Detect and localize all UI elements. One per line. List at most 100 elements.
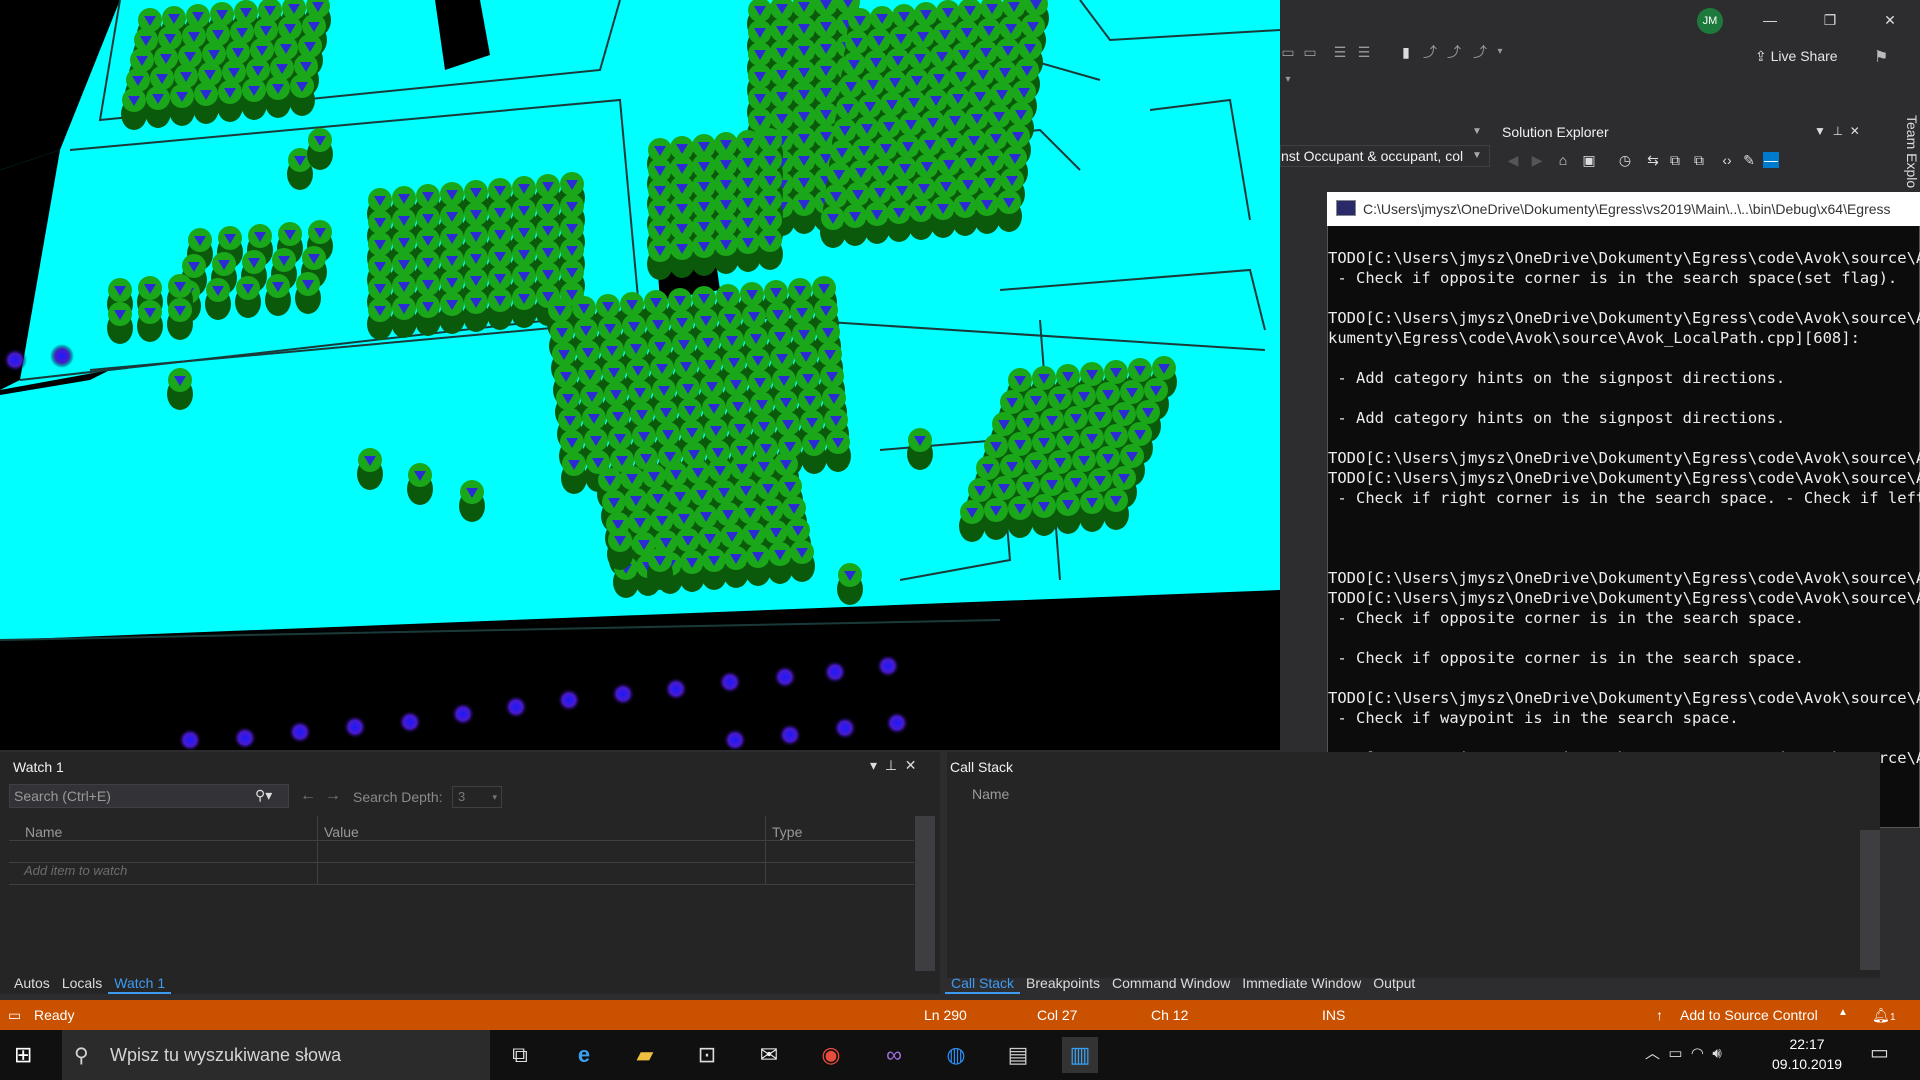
clear-bookmarks-icon[interactable]: ⤴ — [1472, 44, 1488, 60]
switch-views-icon[interactable]: ▣ — [1581, 152, 1597, 168]
column-header-value[interactable]: Value — [324, 824, 359, 840]
show-all-files-icon[interactable]: ⧉ — [1691, 152, 1707, 168]
console-line: TODO[C:\Users\jmysz\OneDrive\Dokumenty\E… — [1328, 589, 1920, 607]
console-line: - Check if opposite corner is in the sea… — [1328, 269, 1898, 287]
feedback-icon[interactable]: ⚑ — [1874, 47, 1888, 67]
back-icon[interactable]: ◀ — [1505, 152, 1521, 168]
watch-table: Name Value Type — [9, 816, 914, 966]
chevron-down-icon[interactable]: ▾ — [870, 757, 877, 773]
home-icon[interactable]: ⌂ — [1555, 152, 1571, 168]
column-header-type[interactable]: Type — [772, 824, 802, 840]
preview-icon[interactable]: — — [1763, 152, 1779, 168]
minimize-icon[interactable]: — — [1740, 0, 1800, 40]
pin-icon[interactable]: ⊥ — [1833, 124, 1843, 138]
restore-icon[interactable]: ❐ — [1800, 0, 1860, 40]
close-icon[interactable]: ✕ — [1850, 124, 1860, 138]
collapse-all-icon[interactable]: ⧉ — [1667, 152, 1683, 168]
taskbar-search[interactable]: Wpisz tu wyszukiwane słowa — [62, 1030, 490, 1080]
tab-locals[interactable]: Locals — [56, 972, 108, 994]
chevron-down-icon[interactable]: ▼ — [1472, 150, 1482, 161]
add-watch-item[interactable]: Add item to watch — [24, 863, 127, 878]
windows-start-icon[interactable]: ⊞ — [14, 1042, 32, 1068]
watch-title: Watch 1 — [13, 759, 64, 775]
console-app-icon[interactable]: ▤ — [1000, 1037, 1036, 1073]
watch-scrollbar[interactable] — [915, 816, 935, 971]
call-stack-title: Call Stack — [950, 759, 1014, 775]
close-icon[interactable]: ✕ — [1860, 0, 1920, 40]
action-center-icon[interactable]: ▭ — [1870, 1040, 1889, 1065]
simulation-scene — [0, 0, 1281, 752]
chevron-down-icon[interactable]: ▼ — [1814, 124, 1826, 138]
bookmark-icon[interactable]: ▮ — [1398, 44, 1414, 60]
tab-autos[interactable]: Autos — [8, 972, 56, 994]
console-line: - Add category hints on the signpost dir… — [1328, 409, 1786, 427]
forward-arrow-icon[interactable]: → — [325, 787, 341, 804]
solution-explorer-title: Solution Explorer — [1502, 124, 1609, 140]
tab-call-stack[interactable]: Call Stack — [945, 972, 1021, 994]
active-window-icon[interactable]: ▥ — [1062, 1037, 1098, 1073]
mail-icon[interactable]: ✉ — [751, 1037, 787, 1073]
volume-icon[interactable]: 🔊︎ — [1712, 1045, 1721, 1062]
chevron-up-icon[interactable]: ︿ — [1645, 1045, 1660, 1062]
console-line: - Check if waypoint is in the search spa… — [1328, 709, 1739, 727]
wifi-icon[interactable]: ◠ — [1691, 1045, 1704, 1062]
back-arrow-icon[interactable]: ← — [300, 787, 316, 804]
task-view-icon[interactable]: ⧉ — [502, 1037, 538, 1073]
status-char[interactable]: Ch 12 — [1151, 1007, 1188, 1023]
indent-icon[interactable]: ☰ — [1332, 44, 1348, 60]
edge-icon[interactable]: e — [566, 1037, 602, 1073]
code-icon[interactable]: ‹› — [1719, 152, 1735, 168]
toolbar-overflow-icon[interactable]: ▾ — [1280, 72, 1296, 88]
outdent-icon[interactable]: ☰ — [1356, 44, 1372, 60]
live-share-button[interactable]: ⇪ Live Share — [1755, 48, 1838, 65]
chrome-icon[interactable]: ◉ — [813, 1037, 849, 1073]
toolbar-overflow-icon[interactable]: ▾ — [1492, 44, 1508, 60]
console-line: TODO[C:\Users\jmysz\OneDrive\Dokumenty\E… — [1328, 249, 1920, 267]
chevron-down-icon[interactable]: ▼ — [1472, 126, 1482, 137]
notification-bell-icon[interactable]: 🔔︎ — [1872, 1007, 1890, 1024]
tab-watch-1[interactable]: Watch 1 — [108, 972, 172, 994]
battery-icon[interactable]: ▭ — [1668, 1045, 1682, 1062]
status-column[interactable]: Col 27 — [1037, 1007, 1077, 1023]
pin-icon[interactable]: ⊥ — [885, 757, 897, 773]
member-combo[interactable]: nst Occupant & occupant, col — [1280, 145, 1490, 167]
column-header-name[interactable]: Name — [25, 824, 62, 840]
forward-icon[interactable]: ▶ — [1529, 152, 1545, 168]
console-line: - Check if opposite corner is in the sea… — [1328, 649, 1804, 667]
add-to-source-control[interactable]: Add to Source Control — [1680, 1007, 1818, 1023]
pending-changes-icon[interactable]: ◷ — [1617, 152, 1633, 168]
simulation-viewport[interactable] — [0, 0, 1281, 752]
team-explorer-tab[interactable]: Team Explo — [1888, 115, 1920, 195]
toolbar-button-icon[interactable]: ▭ — [1280, 44, 1296, 60]
messenger-icon[interactable]: ◍ — [938, 1037, 974, 1073]
search-icon[interactable]: ⚲▾ — [255, 787, 272, 804]
status-line[interactable]: Ln 290 — [924, 1007, 967, 1023]
console-line: TODO[C:\Users\jmysz\OneDrive\Dokumenty\E… — [1328, 449, 1920, 467]
solution-explorer-toolbar: ◀ ▶ ⌂ ▣ ◷ ⇆ ⧉ ⧉ ‹› ✎ — — [1505, 152, 1855, 174]
console-line: TODO[C:\Users\jmysz\OneDrive\Dokumenty\E… — [1328, 569, 1920, 587]
watch-search-input[interactable]: Search (Ctrl+E) — [9, 784, 289, 808]
status-insert-mode[interactable]: INS — [1322, 1007, 1345, 1023]
file-explorer-icon[interactable]: ▰ — [627, 1037, 663, 1073]
search-depth-select[interactable]: 3 ▾ — [452, 786, 502, 808]
visual-studio-icon[interactable]: ∞ — [876, 1037, 912, 1073]
tab-output[interactable]: Output — [1367, 972, 1421, 994]
call-stack-scrollbar[interactable] — [1860, 830, 1880, 970]
tab-breakpoints[interactable]: Breakpoints — [1020, 972, 1106, 994]
user-avatar[interactable]: JM — [1697, 8, 1723, 34]
console-output: TODO[C:\Users\jmysz\OneDrive\Dokumenty\E… — [1328, 248, 1920, 823]
prev-bookmark-icon[interactable]: ⤴ — [1422, 44, 1438, 60]
clock-time: 22:17 — [1789, 1036, 1825, 1052]
sync-icon[interactable]: ⇆ — [1645, 152, 1661, 168]
properties-icon[interactable]: ✎ — [1741, 152, 1757, 168]
tab-immediate-window[interactable]: Immediate Window — [1236, 972, 1367, 994]
toolbar-button-icon[interactable]: ▭ — [1302, 44, 1318, 60]
next-bookmark-icon[interactable]: ⤴ — [1446, 44, 1462, 60]
system-tray: ︿ ▭ ◠ 🔊︎ — [1645, 1042, 1722, 1063]
store-icon[interactable]: ⊡ — [689, 1037, 725, 1073]
column-header-name[interactable]: Name — [972, 786, 1009, 802]
tab-command-window[interactable]: Command Window — [1106, 972, 1236, 994]
taskbar-clock[interactable]: 22:17 09.10.2019 — [1772, 1034, 1842, 1074]
close-icon[interactable]: ✕ — [905, 757, 917, 773]
